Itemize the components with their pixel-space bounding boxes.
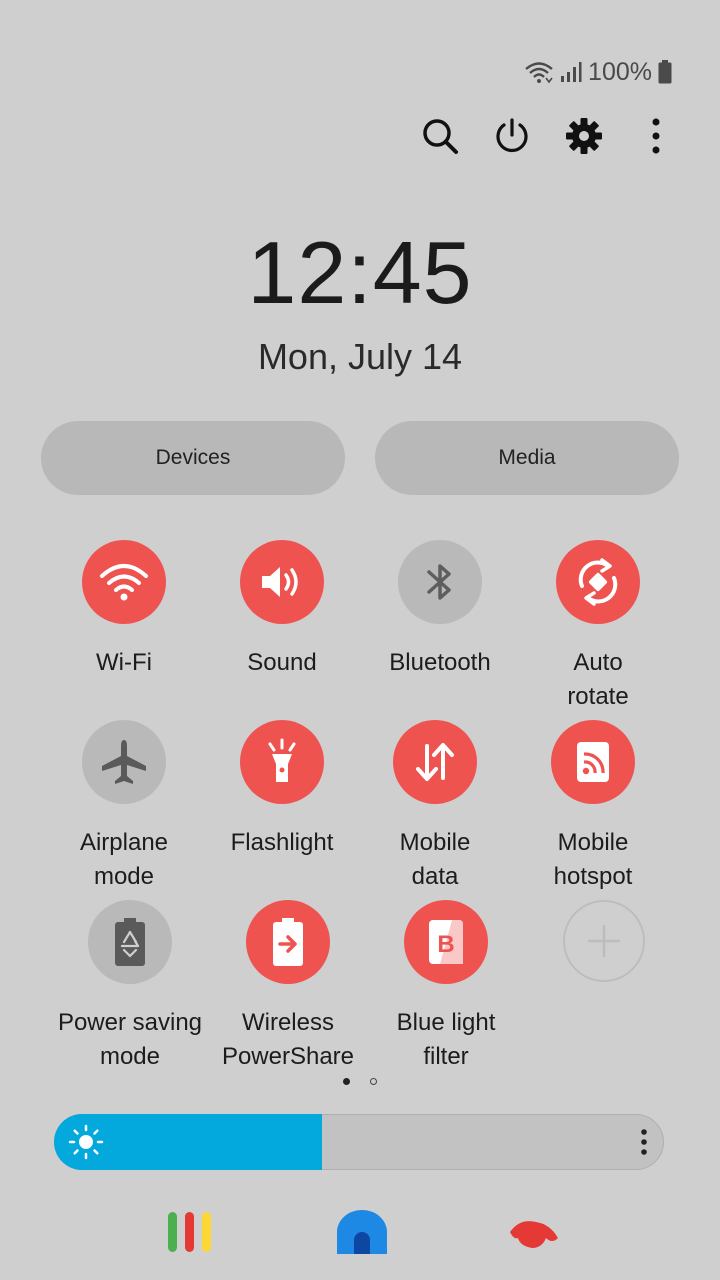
tile-sound[interactable]: Sound bbox=[202, 540, 362, 680]
brightness-slider[interactable] bbox=[54, 1114, 664, 1170]
tile-mobile-data[interactable]: Mobile data bbox=[355, 720, 515, 894]
app-bars-icon bbox=[168, 1212, 211, 1252]
wireless-powershare-toggle[interactable] bbox=[246, 900, 330, 984]
sound-label: Sound bbox=[247, 649, 317, 676]
airplane-icon bbox=[102, 740, 146, 784]
tile-wifi[interactable]: Wi-Fi bbox=[44, 540, 204, 680]
bluetooth-icon bbox=[427, 564, 451, 600]
hotspot-icon bbox=[577, 742, 609, 782]
app-bird-icon bbox=[510, 1221, 558, 1248]
blue-light-filter-label: Blue light filter bbox=[396, 1009, 496, 1070]
search-icon bbox=[423, 119, 458, 154]
mobile-data-icon bbox=[416, 743, 454, 781]
mobile-hotspot-toggle[interactable] bbox=[551, 720, 635, 804]
power-saving-icon bbox=[115, 918, 145, 966]
wireless-powershare-icon bbox=[273, 918, 303, 966]
devices-button[interactable]: Devices bbox=[41, 421, 345, 495]
airplane-mode-toggle[interactable] bbox=[82, 720, 166, 804]
battery-icon bbox=[658, 60, 672, 84]
settings-button[interactable] bbox=[560, 112, 608, 160]
add-tile-button[interactable] bbox=[563, 900, 645, 982]
status-bar: 100% bbox=[524, 56, 672, 88]
app-arch-icon bbox=[337, 1210, 387, 1254]
battery-percentage: 100% bbox=[588, 57, 652, 86]
search-button[interactable] bbox=[416, 112, 464, 160]
power-button[interactable] bbox=[488, 112, 536, 160]
wireless-powershare-label: Wireless PowerShare bbox=[221, 1009, 355, 1070]
sound-toggle[interactable] bbox=[240, 540, 324, 624]
tile-power-saving-mode[interactable]: Power saving mode bbox=[50, 900, 210, 1074]
dock-app-right[interactable] bbox=[506, 1208, 562, 1256]
tile-bluetooth[interactable]: Bluetooth bbox=[360, 540, 520, 680]
tile-wireless-powershare[interactable]: Wireless PowerShare bbox=[208, 900, 368, 1074]
auto-rotate-label: Auto rotate bbox=[567, 649, 629, 710]
dock-app-center[interactable] bbox=[334, 1208, 390, 1256]
tile-airplane-mode[interactable]: Airplane mode bbox=[44, 720, 204, 894]
tile-auto-rotate[interactable]: Auto rotate bbox=[518, 540, 678, 714]
more-vertical-icon bbox=[652, 118, 660, 154]
svg-text:B: B bbox=[437, 931, 454, 958]
mobile-hotspot-label: Mobile hotspot bbox=[553, 829, 633, 890]
media-label: Media bbox=[498, 446, 556, 469]
wifi-icon bbox=[100, 564, 148, 601]
tile-flashlight[interactable]: Flashlight bbox=[202, 720, 362, 860]
wifi-status-icon bbox=[525, 62, 553, 84]
signal-icon bbox=[561, 62, 582, 82]
flashlight-icon bbox=[268, 738, 296, 782]
devices-label: Devices bbox=[155, 446, 231, 469]
blue-light-filter-toggle[interactable]: B bbox=[404, 900, 488, 984]
tile-blue-light-filter[interactable]: B Blue light filter bbox=[366, 900, 526, 1074]
more-options-button[interactable] bbox=[632, 112, 680, 160]
gear-icon bbox=[566, 118, 602, 154]
add-icon bbox=[588, 925, 620, 957]
clock-date[interactable]: Mon, July 14 bbox=[0, 336, 720, 378]
flashlight-label: Flashlight bbox=[230, 829, 334, 856]
auto-rotate-toggle[interactable] bbox=[556, 540, 640, 624]
page-indicator bbox=[0, 1078, 720, 1085]
power-icon bbox=[496, 118, 528, 153]
quick-panel-actions bbox=[400, 112, 690, 160]
clock-time[interactable]: 12:45 bbox=[0, 222, 720, 324]
mobile-data-label: Mobile data bbox=[399, 829, 471, 890]
sound-icon bbox=[262, 567, 298, 597]
airplane-mode-label: Airplane mode bbox=[79, 829, 169, 890]
sun-icon bbox=[68, 1124, 104, 1160]
power-saving-toggle[interactable] bbox=[88, 900, 172, 984]
mobile-data-toggle[interactable] bbox=[393, 720, 477, 804]
wifi-toggle[interactable] bbox=[82, 540, 166, 624]
bluetooth-toggle[interactable] bbox=[398, 540, 482, 624]
page-dot-2[interactable] bbox=[370, 1078, 377, 1085]
page-dot-1[interactable] bbox=[343, 1078, 350, 1085]
bluetooth-label: Bluetooth bbox=[389, 649, 491, 676]
tile-add[interactable] bbox=[524, 900, 684, 982]
auto-rotate-icon bbox=[578, 558, 618, 606]
flashlight-toggle[interactable] bbox=[240, 720, 324, 804]
media-button[interactable]: Media bbox=[375, 421, 679, 495]
tile-mobile-hotspot[interactable]: Mobile hotspot bbox=[513, 720, 673, 894]
power-saving-label: Power saving mode bbox=[57, 1009, 203, 1070]
dock-app-left[interactable] bbox=[162, 1208, 218, 1256]
brightness-more-icon[interactable] bbox=[640, 1128, 648, 1156]
wifi-label: Wi-Fi bbox=[96, 649, 152, 676]
blue-light-filter-icon: B bbox=[429, 920, 463, 964]
